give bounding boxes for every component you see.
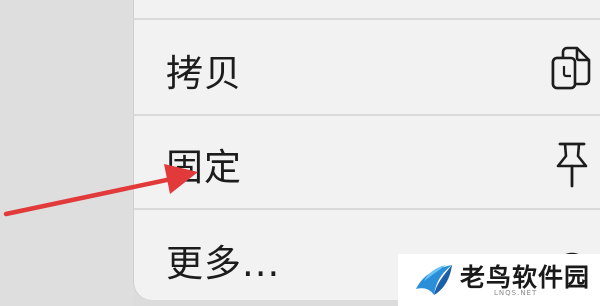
watermark-url: LNQS.NET bbox=[494, 289, 538, 297]
menu-item-label: 拷贝 bbox=[166, 52, 242, 95]
background-content bbox=[0, 0, 134, 306]
copy-icon bbox=[551, 46, 591, 90]
menu-item-label: 固定 bbox=[166, 146, 242, 189]
screenshot-stage: 拷贝 固定 更多... 老鸟软件园 LNQS.NET bbox=[0, 0, 600, 306]
menu-divider bbox=[134, 18, 600, 20]
watermark: 老鸟软件园 LNQS.NET bbox=[398, 254, 600, 306]
pin-icon bbox=[556, 142, 588, 188]
menu-item-pin[interactable]: 固定 bbox=[134, 116, 600, 212]
menu-divider bbox=[134, 208, 600, 210]
bird-logo-icon bbox=[416, 265, 452, 295]
menu-item-copy[interactable]: 拷贝 bbox=[134, 22, 600, 118]
menu-item-label: 更多... bbox=[166, 242, 281, 285]
